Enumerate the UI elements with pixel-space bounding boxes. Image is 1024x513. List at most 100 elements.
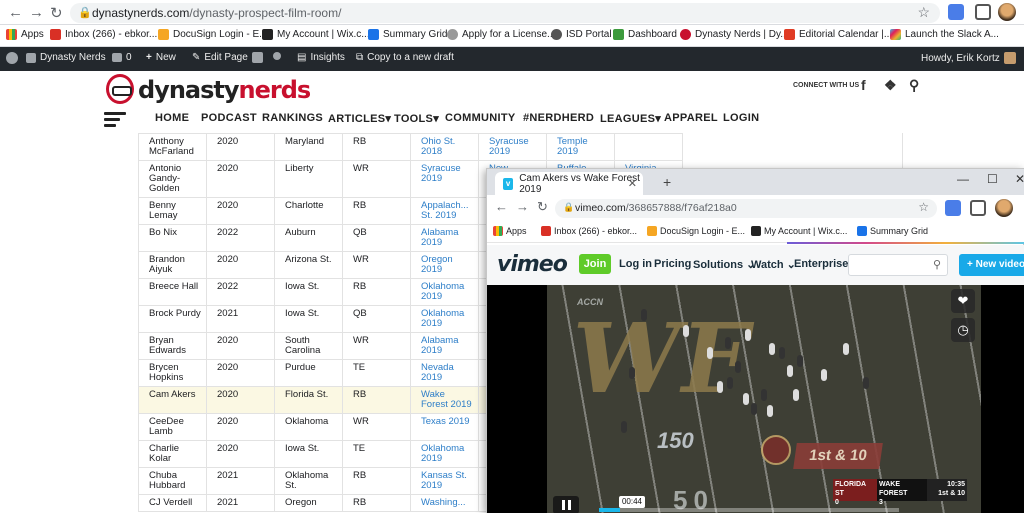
player-figure (797, 355, 803, 367)
like-heart-icon[interactable]: ❤ (951, 289, 975, 313)
table-cell-f1[interactable]: Oregon 2019 (410, 251, 479, 279)
maximize-icon[interactable]: ☐ (987, 172, 998, 186)
bookmark-isd-portal[interactable]: ISD Portal (551, 29, 612, 40)
wp-new[interactable]: + New (146, 52, 176, 63)
table-cell-f1[interactable]: Nevada 2019 (410, 359, 479, 387)
new-tab-icon[interactable]: + (663, 174, 671, 190)
new-video-button[interactable]: + New video (959, 254, 1024, 276)
back-icon[interactable]: ← (495, 199, 508, 214)
table-cell-f3[interactable]: Temple 2019 (546, 133, 615, 161)
bookmark-inbox[interactable]: Inbox (266) - ebkor... (50, 29, 157, 40)
table-cell-school: Purdue (274, 359, 343, 387)
enterprise-link[interactable]: Enterprise (794, 258, 848, 270)
search-icon[interactable]: ⚲ (909, 77, 919, 94)
wp-site-link[interactable]: Dynasty Nerds (26, 52, 106, 63)
reading-list-icon[interactable] (975, 4, 991, 20)
table-cell-f4[interactable] (614, 133, 683, 161)
nav-rankings[interactable]: RANKINGS (262, 112, 323, 124)
bookmark-wix[interactable]: My Account | Wix.c... (262, 29, 370, 40)
progress-bar[interactable] (599, 508, 899, 512)
bookmark-apps[interactable]: Apps (493, 226, 527, 236)
player-figure (761, 389, 767, 401)
login-link[interactable]: Log in (619, 258, 652, 270)
bookmark-editorial-calendar[interactable]: Editorial Calendar |... (784, 29, 892, 40)
table-cell-f1[interactable]: Syracuse 2019 (410, 160, 479, 198)
watch-menu[interactable]: Watch ⌄ (751, 258, 796, 271)
bookmark-docusign[interactable]: DocuSign Login - E... (647, 226, 745, 236)
bookmark-dynasty-nerds[interactable]: Dynasty Nerds | Dy... (680, 29, 789, 40)
translate-extension-icon[interactable] (948, 4, 964, 20)
pause-button[interactable] (553, 496, 579, 513)
bookmark-summary-grid[interactable]: Summary Grid (857, 226, 928, 236)
bookmark-slack[interactable]: Launch the Slack A... (890, 29, 999, 40)
bookmark-apps[interactable]: Apps (6, 29, 44, 40)
calendar-icon (784, 29, 795, 40)
table-cell-f1[interactable]: Oklahoma 2019 (410, 278, 479, 306)
table-cell-f1[interactable]: Texas 2019 (410, 413, 479, 441)
join-button[interactable]: Join (579, 254, 611, 274)
url-field[interactable]: 🔒 dynastynerds.com/dynasty-prospect-film… (70, 3, 940, 23)
bookmark-docusign[interactable]: DocuSign Login - E... (158, 29, 268, 40)
nav-leagues[interactable]: LEAGUES▾ (600, 112, 661, 125)
translate-extension-icon[interactable] (945, 200, 961, 216)
close-window-icon[interactable]: ✕ (1015, 172, 1024, 186)
hamburger-menu-icon[interactable] (104, 112, 126, 127)
popup-tab[interactable]: v Cam Akers vs Wake Forest 2019 ✕ (495, 172, 643, 195)
vimeo-logo[interactable]: vimeo (497, 252, 568, 277)
table-cell-f1[interactable]: Kansas St. 2019 (410, 467, 479, 495)
back-icon[interactable]: ← (8, 4, 23, 21)
reading-list-icon[interactable] (970, 200, 986, 216)
reload-icon[interactable]: ↻ (537, 199, 548, 215)
forward-icon[interactable]: → (516, 199, 529, 214)
facebook-icon[interactable]: f (861, 77, 866, 93)
wp-yoast[interactable] (252, 52, 263, 63)
solutions-menu[interactable]: Solutions ⌄ (693, 258, 755, 271)
wp-comments[interactable]: 0 (112, 52, 132, 63)
table-cell-f1[interactable]: Oklahoma 2019 (410, 440, 479, 468)
bookmark-apply-license[interactable]: Apply for a License... (447, 29, 555, 40)
nav-community[interactable]: COMMUNITY (445, 112, 516, 124)
nav-apparel[interactable]: APPAREL (664, 112, 718, 124)
minimize-icon[interactable]: — (957, 172, 969, 186)
table-cell-f2[interactable]: Syracuse 2019 (478, 133, 547, 161)
wordpress-logo-icon[interactable] (6, 52, 18, 64)
bookmark-star-icon[interactable]: ☆ (917, 4, 930, 21)
nav-articles[interactable]: ARTICLES▾ (328, 112, 391, 125)
reload-icon[interactable]: ↻ (50, 4, 63, 22)
wp-howdy[interactable]: Howdy, Erik Kortz (921, 52, 1016, 64)
forward-icon[interactable]: → (29, 4, 44, 21)
wp-copy-draft[interactable]: ⧉ Copy to a new draft (356, 52, 454, 63)
video-player[interactable]: ACCN WF 150 1st & 10 50 ❤ ◷ FLORIDA ST 0 … (487, 285, 1024, 513)
popup-url-field[interactable]: 🔒 vimeo.com/368657888/f76af218a0 ☆ (555, 199, 937, 218)
site-logo[interactable]: dynastynerds (106, 74, 311, 106)
table-cell-f1[interactable]: Wake Forest 2019 (410, 386, 479, 414)
nav-nerdherd[interactable]: #NERDHERD (523, 112, 594, 124)
profile-avatar[interactable] (995, 199, 1013, 217)
bookmark-wix[interactable]: My Account | Wix.c... (751, 226, 847, 236)
time-tooltip: 00:44 (619, 496, 645, 508)
table-cell-f1[interactable]: Oklahoma 2019 (410, 305, 479, 333)
pricing-link[interactable]: Pricing (654, 258, 691, 270)
nav-podcast[interactable]: PODCAST (201, 112, 257, 124)
close-tab-icon[interactable]: ✕ (628, 177, 637, 190)
bookmark-dashboard[interactable]: Dashboard (613, 29, 677, 40)
nav-tools[interactable]: TOOLS▾ (394, 112, 439, 125)
bookmark-inbox[interactable]: Inbox (266) - ebkor... (541, 226, 637, 236)
table-cell-f1[interactable]: Washing... (410, 494, 479, 512)
watch-later-clock-icon[interactable]: ◷ (951, 318, 975, 342)
bookmark-summary-grid[interactable]: Summary Grid (368, 29, 447, 40)
lock-icon: 🔒 (78, 7, 92, 19)
vimeo-search-input[interactable]: ⚲ (848, 254, 948, 276)
wp-edit-page[interactable]: ✎ Edit Page (192, 52, 248, 63)
user-avatar (1003, 52, 1016, 64)
twitter-icon[interactable]: ❖ (884, 77, 897, 94)
table-cell-f1[interactable]: Appalach... St. 2019 (410, 197, 479, 225)
nav-login[interactable]: LOGIN (723, 112, 759, 124)
profile-avatar[interactable] (998, 3, 1016, 21)
bookmark-star-icon[interactable]: ☆ (918, 200, 929, 214)
table-cell-f1[interactable]: Ohio St. 2018 (410, 133, 479, 161)
table-cell-f1[interactable]: Alabama 2019 (410, 224, 479, 252)
wp-insights[interactable]: ▤ Insights (297, 52, 345, 63)
nav-home[interactable]: HOME (155, 112, 189, 124)
table-cell-f1[interactable]: Alabama 2019 (410, 332, 479, 360)
